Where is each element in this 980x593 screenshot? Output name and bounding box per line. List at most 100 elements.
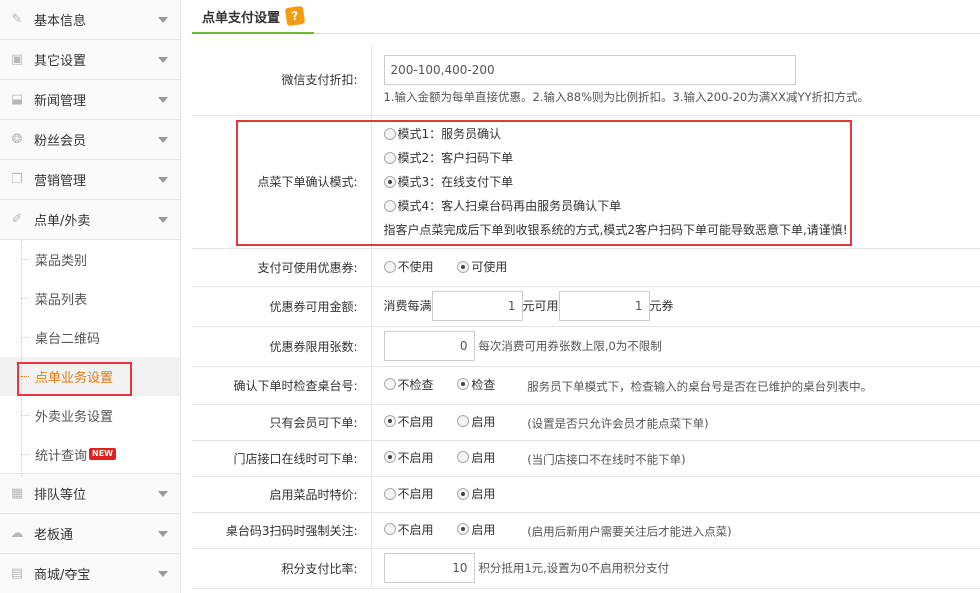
submenu-item-dish-category[interactable]: 菜品类别	[0, 240, 180, 279]
radio-label: 模式2：客户扫码下单	[397, 151, 514, 165]
radio-button[interactable]	[383, 260, 396, 273]
radio-label: 模式3：在线支付下单	[397, 175, 514, 189]
sidebar-item-mall[interactable]: ▤ 商城/夺宝	[0, 554, 180, 593]
grid-icon: ▤	[10, 566, 24, 581]
coupon-limit-input[interactable]	[383, 331, 475, 361]
radio-label: 启用	[471, 487, 496, 502]
radio-store-online-on[interactable]: 启用	[457, 449, 495, 466]
radio-special-price-on[interactable]: 启用	[457, 485, 495, 502]
field-label: 门店接口在线时可下单:	[192, 440, 372, 477]
radio-button[interactable]	[383, 378, 396, 391]
radio-button[interactable]	[383, 151, 396, 164]
form-row-coupon-amount: 优惠券可用金额: 消费每满 元可用 元券	[192, 286, 980, 327]
inbox-icon: ⬓	[10, 92, 24, 107]
points-ratio-input[interactable]	[383, 553, 475, 583]
radio-label: 不使用	[397, 260, 434, 275]
radio-special-price-off[interactable]: 不启用	[383, 485, 434, 502]
sidebar-item-news[interactable]: ⬓ 新闻管理	[0, 80, 180, 120]
field-label: 优惠券限用张数:	[192, 326, 372, 367]
sidebar-item-label: 粉丝会员	[34, 134, 87, 149]
radio-button[interactable]	[383, 487, 396, 500]
hint-text: 1.输入金额为每单直接优惠。2.输入88%则为比例折扣。3.输入200-20为满…	[383, 89, 870, 104]
submenu-item-label: 外卖业务设置	[35, 410, 114, 425]
tab-order-payment-settings[interactable]: 点单支付设置 ?	[192, 0, 315, 34]
form-row-store-online: 门店接口在线时可下单: 不启用 启用 (当门店接口不在线时不能下单)	[192, 440, 980, 477]
sidebar-item-order-takeout[interactable]: ✐ 点单/外卖	[0, 200, 180, 240]
radio-store-online-off[interactable]: 不启用	[383, 449, 434, 466]
radio-label: 不启用	[397, 522, 434, 537]
radio-force-follow-off[interactable]: 不启用	[383, 521, 434, 538]
radio-button[interactable]	[383, 451, 396, 464]
submenu-tree-line	[21, 240, 22, 476]
radio-coupon-enabled[interactable]: 可使用	[457, 258, 507, 275]
radio-button[interactable]	[457, 260, 470, 273]
radio-mode-3[interactable]: 模式3：在线支付下单	[383, 173, 514, 190]
form-row-coupon-limit: 优惠券限用张数: 每次消费可用券张数上限,0为不限制	[192, 326, 980, 367]
brush-icon: ✐	[11, 212, 23, 227]
submenu-item-takeout-settings[interactable]: 外卖业务设置	[0, 396, 180, 435]
submenu-item-table-qrcode[interactable]: 桌台二维码	[0, 318, 180, 357]
radio-label: 启用	[471, 414, 496, 429]
radio-label: 可使用	[471, 260, 508, 275]
sidebar-item-fans[interactable]: ❂ 粉丝会员	[0, 120, 180, 160]
form-row-confirm-mode: 点菜下单确认模式: 模式1：服务员确认 模式2：客户扫码下单 模式3：在线支付下…	[192, 115, 980, 249]
radio-check-table-on[interactable]: 检查	[457, 376, 495, 393]
form-row-check-table: 确认下单时检查桌台号: 不检查 检查 服务员下单模式下，检查输入的桌台号是否在已…	[192, 366, 980, 405]
radio-label: 不启用	[397, 450, 434, 465]
cube-icon: ❒	[11, 172, 23, 187]
coupon-threshold-input[interactable]	[431, 291, 523, 321]
image-icon: ▣	[10, 52, 24, 67]
chevron-down-icon	[158, 491, 168, 497]
mode-note: 指客户点菜完成后下单到收银系统的方式,模式2客户扫码下单可能导致恶意下单,请谨慎…	[383, 223, 848, 237]
radio-mode-4[interactable]: 模式4：客人扫桌台码再由服务员确认下单	[383, 197, 622, 214]
submenu-item-statistics[interactable]: 统计查询 NEW	[0, 435, 180, 474]
chevron-down-icon	[158, 571, 168, 577]
coupon-amount-middle: 元可用	[522, 299, 559, 313]
radio-button[interactable]	[383, 175, 396, 188]
radio-button[interactable]	[383, 127, 396, 140]
field-label: 确认下单时检查桌台号:	[192, 366, 372, 405]
radio-force-follow-on[interactable]: 启用	[457, 521, 495, 538]
radio-mode-1[interactable]: 模式1：服务员确认	[383, 125, 501, 142]
submenu-item-label: 菜品类别	[35, 254, 88, 269]
submenu-item-order-settings[interactable]: 点单业务设置	[0, 357, 180, 396]
radio-label: 检查	[471, 377, 496, 392]
radio-button[interactable]	[457, 415, 470, 428]
radio-mode-2[interactable]: 模式2：客户扫码下单	[383, 149, 514, 166]
tab-bar: 点单支付设置 ?	[192, 0, 980, 34]
sidebar-item-label: 排队等位	[34, 488, 87, 503]
sidebar-item-boss[interactable]: ☁ 老板通	[0, 514, 180, 554]
radio-member-only-off[interactable]: 不启用	[383, 413, 434, 430]
radio-button[interactable]	[457, 451, 470, 464]
form-row-special-price: 启用菜品时特价: 不启用 启用	[192, 476, 980, 513]
new-badge: NEW	[89, 448, 116, 460]
sidebar-item-other-settings[interactable]: ▣ 其它设置	[0, 40, 180, 80]
radio-check-table-off[interactable]: 不检查	[383, 376, 434, 393]
sidebar-item-basic-info[interactable]: ✎ 基本信息	[0, 0, 180, 40]
chevron-down-icon	[158, 217, 168, 223]
submenu-item-label: 桌台二维码	[35, 332, 101, 347]
radio-button[interactable]	[457, 487, 470, 500]
sidebar-item-label: 商城/夺宝	[34, 568, 91, 583]
help-icon[interactable]: ?	[284, 5, 306, 27]
hint-text: (当门店接口不在线时不能下单)	[527, 452, 686, 467]
sidebar-item-label: 基本信息	[34, 14, 87, 29]
cloud-icon: ☁	[10, 526, 24, 541]
coupon-value-input[interactable]	[558, 291, 650, 321]
sidebar-item-label: 其它设置	[34, 54, 87, 69]
radio-coupon-disabled[interactable]: 不使用	[383, 258, 434, 275]
radio-button[interactable]	[457, 378, 470, 391]
wechat-discount-input[interactable]	[383, 54, 796, 85]
settings-form: 微信支付折扣: 1.输入金额为每单直接优惠。2.输入88%则为比例折扣。3.输入…	[192, 45, 980, 589]
radio-button[interactable]	[383, 199, 396, 212]
radio-label: 模式4：客人扫桌台码再由服务员确认下单	[397, 199, 622, 213]
radio-button[interactable]	[383, 415, 396, 428]
hint-text: (启用后新用户需要关注后才能进入点菜)	[527, 524, 732, 539]
submenu-item-dish-list[interactable]: 菜品列表	[0, 279, 180, 318]
radio-button[interactable]	[383, 523, 396, 536]
sidebar-item-marketing[interactable]: ❒ 营销管理	[0, 160, 180, 200]
field-label: 只有会员可下单:	[192, 404, 372, 441]
radio-button[interactable]	[457, 523, 470, 536]
radio-member-only-on[interactable]: 启用	[457, 413, 495, 430]
sidebar-item-queue[interactable]: ▦ 排队等位	[0, 474, 180, 514]
